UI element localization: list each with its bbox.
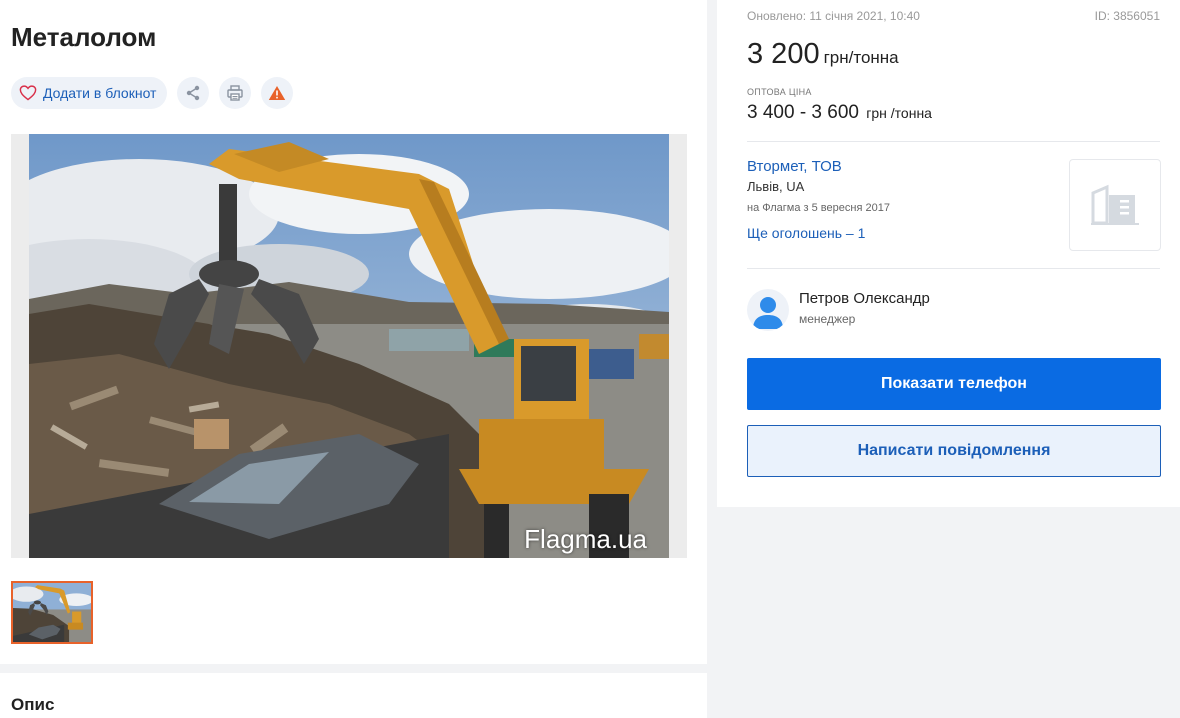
wholesale-price-unit: грн /тонна xyxy=(866,105,932,121)
contact-role: менеджер xyxy=(799,312,856,326)
wholesale-price: 3 400 - 3 600 грн /тонна xyxy=(747,102,932,124)
updated-date: Оновлено: 11 січня 2021, 10:40 xyxy=(747,9,920,23)
wholesale-price-value: 3 400 - 3 600 xyxy=(747,102,859,123)
price: 3 200 грн/тонна xyxy=(747,38,899,71)
share-button[interactable] xyxy=(177,77,210,109)
page-title: Металолом xyxy=(11,22,157,52)
price-unit: грн/тонна xyxy=(823,48,899,67)
main-photo[interactable]: Flagma.ua xyxy=(11,134,687,558)
contact-name: Петров Олександр xyxy=(799,290,930,307)
wholesale-label: оптова ціна xyxy=(747,87,812,97)
photo-thumbnail[interactable] xyxy=(11,581,93,644)
divider xyxy=(747,141,1160,142)
write-message-button[interactable]: Написати повідомлення xyxy=(747,425,1161,477)
user-icon xyxy=(753,297,783,329)
company-since: на Флагма з 5 вересня 2017 xyxy=(747,202,890,214)
show-phone-button[interactable]: Показати телефон xyxy=(747,358,1161,410)
avatar xyxy=(747,289,789,331)
more-ads-link[interactable]: Ще оголошень – 1 xyxy=(747,225,865,241)
warning-icon xyxy=(269,86,286,100)
seller-sidebar: Оновлено: 11 січня 2021, 10:40 ID: 38560… xyxy=(717,0,1180,507)
description-title: Опис xyxy=(11,695,55,714)
printer-icon xyxy=(227,85,244,101)
building-icon xyxy=(1091,184,1139,225)
company-logo[interactable] xyxy=(1069,159,1161,251)
price-value: 3 200 xyxy=(747,38,820,70)
divider xyxy=(747,268,1160,269)
listing-meta: Оновлено: 11 січня 2021, 10:40 ID: 38560… xyxy=(747,9,1160,23)
scrap-yard-photo: Flagma.ua xyxy=(29,134,669,558)
listing-panel: Металолом Додати в блокнот Flagma.ua xyxy=(0,0,707,664)
listing-actions: Додати в блокнот xyxy=(11,77,294,109)
share-icon xyxy=(187,85,200,101)
report-button[interactable] xyxy=(261,77,294,109)
print-button[interactable] xyxy=(219,77,252,109)
company-name-link[interactable]: Втормет, ТОВ xyxy=(747,158,842,175)
listing-id: ID: 3856051 xyxy=(1094,9,1160,23)
add-to-notebook-button[interactable]: Додати в блокнот xyxy=(11,77,168,109)
heart-icon xyxy=(19,85,37,101)
add-to-notebook-label: Додати в блокнот xyxy=(43,85,157,101)
description-panel: Опис xyxy=(0,673,707,718)
company-city: Львів, UA xyxy=(747,179,805,194)
photo-watermark: Flagma.ua xyxy=(524,524,647,554)
